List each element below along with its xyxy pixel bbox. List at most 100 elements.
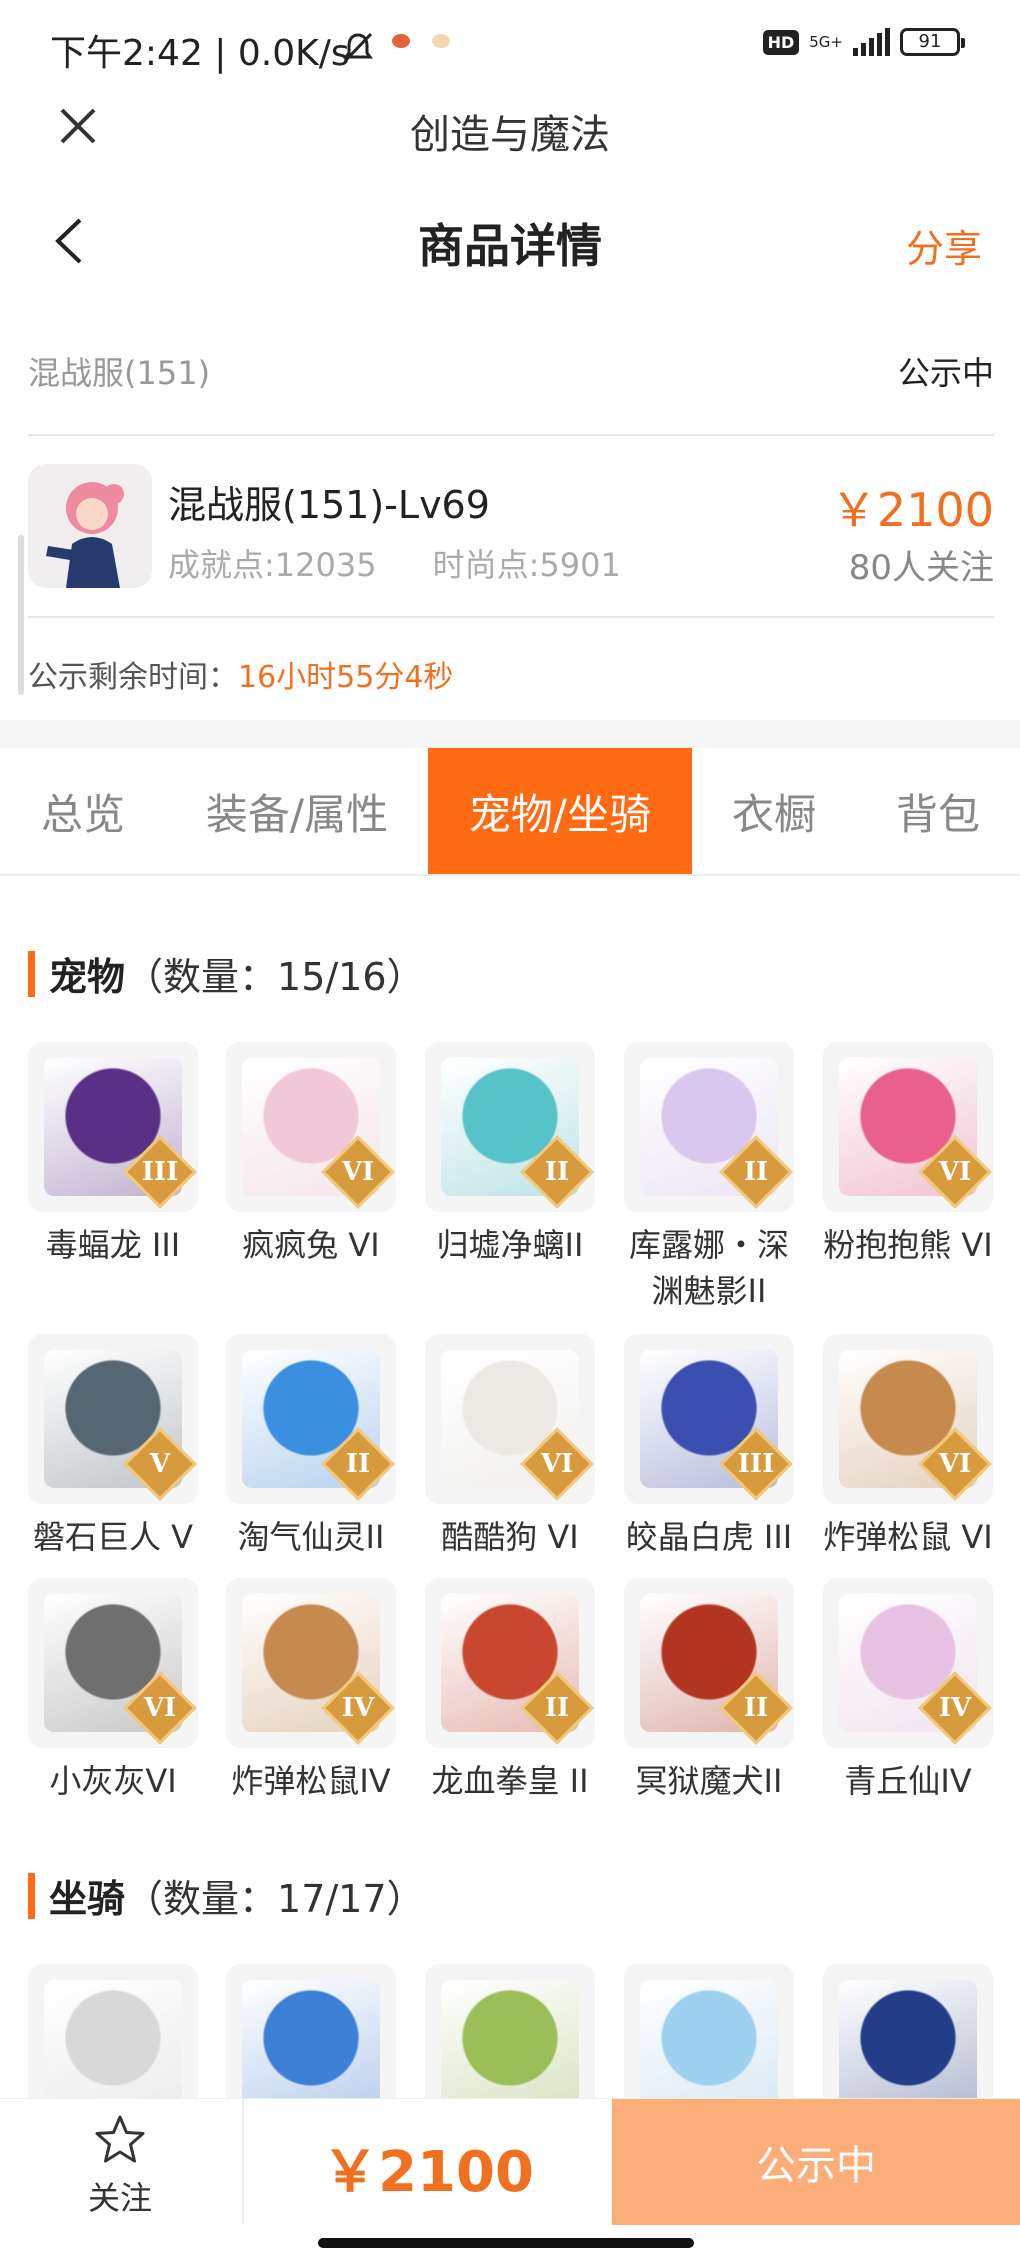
rank-numeral: VI	[938, 1157, 972, 1187]
pet-name: 炸弹松鼠IV	[231, 1762, 391, 1800]
status-action-button[interactable]: 公示中	[612, 2099, 1020, 2225]
pet-tile: V	[28, 1334, 198, 1504]
pet-name: 归墟净螭II	[436, 1226, 584, 1264]
rank-numeral: III	[141, 1157, 179, 1187]
mount-item[interactable]	[823, 1964, 993, 2098]
achievement-points: 成就点:12035	[168, 546, 377, 584]
pet-tile: III	[624, 1334, 794, 1504]
section-accent	[28, 1872, 35, 1919]
pet-item[interactable]: II 归墟净螭II	[425, 1042, 595, 1268]
app-notification-icon	[392, 34, 410, 48]
pet-name: 冥狱魔犬II	[635, 1762, 783, 1800]
follow-label: 关注	[87, 2179, 152, 2217]
mount-image	[242, 1980, 380, 2098]
divider	[28, 434, 994, 436]
pet-name: 疯疯兔 VI	[242, 1226, 380, 1264]
pet-item[interactable]: V 磐石巨人 V	[28, 1334, 198, 1560]
pet-tile: IV	[226, 1578, 396, 1748]
rank-numeral: III	[737, 1449, 775, 1479]
pet-name: 淘气仙灵II	[237, 1518, 385, 1556]
star-icon	[95, 2115, 145, 2163]
pet-tile: IV	[823, 1578, 993, 1748]
mount-item[interactable]	[28, 1964, 198, 2098]
pet-item[interactable]: III 皎晶白虎 III	[624, 1334, 794, 1560]
mount-image	[839, 1980, 977, 2098]
pet-name: 库露娜・深渊魅影II	[628, 1226, 789, 1310]
rank-numeral: II	[743, 1693, 769, 1723]
pet-tile: VI	[823, 1042, 993, 1212]
mounts-title: 坐骑	[49, 1877, 126, 1921]
page-header: 商品详情 分享	[0, 192, 1020, 288]
mount-tile	[624, 1964, 794, 2098]
section-gap	[0, 720, 1020, 748]
rank-numeral: II	[544, 1693, 570, 1723]
app-title-bar: 创造与魔法	[0, 96, 1020, 162]
section-accent	[28, 950, 35, 997]
pet-item[interactable]: VI 疯疯兔 VI	[226, 1042, 396, 1268]
scroll-indicator	[18, 535, 24, 695]
pet-tile: II	[624, 1042, 794, 1212]
pets-count: （数量：15/16）	[125, 955, 425, 999]
share-button[interactable]: 分享	[906, 218, 982, 273]
countdown: 公示剩余时间：16小时55分4秒	[28, 652, 453, 696]
pet-name: 粉抱抱熊 VI	[823, 1226, 993, 1264]
pet-item[interactable]: IV 青丘仙IV	[823, 1578, 993, 1804]
follow-button[interactable]: 关注	[60, 2113, 180, 2219]
pet-item[interactable]: III 毒蝠龙 III	[28, 1042, 198, 1268]
pet-item[interactable]: VI 粉抱抱熊 VI	[823, 1042, 993, 1268]
bottom-price: ￥2100	[322, 2140, 534, 2205]
pet-item[interactable]: II 冥狱魔犬II	[624, 1578, 794, 1804]
mute-bell-icon	[343, 32, 373, 63]
status-bar: 下午2:42 | 0.0K/s HD 5G+ 91	[0, 0, 1020, 96]
mount-item[interactable]	[425, 1964, 595, 2098]
pet-item[interactable]: VI 炸弹松鼠 VI	[823, 1334, 993, 1560]
tab-backpack[interactable]: 背包	[856, 748, 1020, 874]
pet-tile: II	[425, 1578, 595, 1748]
tab-overview[interactable]: 总览	[0, 748, 166, 874]
pet-name: 小灰灰VI	[49, 1762, 177, 1800]
pet-item[interactable]: II 淘气仙灵II	[226, 1334, 396, 1560]
pets-title: 宠物	[49, 955, 126, 999]
character-summary[interactable]: 混战服(151)-Lv69 成就点:12035 时尚点:5901 ￥2100 8…	[28, 464, 994, 590]
pet-item[interactable]: II 库露娜・深渊魅影II	[624, 1042, 794, 1314]
character-avatar	[28, 464, 152, 588]
signal-icon	[853, 28, 890, 56]
mount-image	[640, 1980, 778, 2098]
server-row: 混战服(151) 公示中	[28, 340, 994, 394]
divider	[28, 616, 994, 618]
rank-numeral: VI	[540, 1449, 574, 1479]
pet-name: 皎晶白虎 III	[625, 1518, 793, 1556]
tab-pets-mounts[interactable]: 宠物/坐骑	[428, 748, 692, 874]
status-time: 下午2:42 | 0.0K/s	[50, 33, 350, 74]
pet-item[interactable]: VI 小灰灰VI	[28, 1578, 198, 1804]
notification-icons	[392, 34, 450, 48]
pet-item[interactable]: IV 炸弹松鼠IV	[226, 1578, 396, 1804]
follower-count: 80人关注	[848, 548, 994, 588]
pets-section-title: 宠物 （数量：15/16）	[28, 946, 425, 1001]
countdown-value: 16小时55分4秒	[238, 660, 454, 695]
tab-equipment[interactable]: 装备/属性	[166, 748, 428, 874]
pet-item[interactable]: II 龙血拳皇 II	[425, 1578, 595, 1804]
mount-image	[44, 1980, 182, 2098]
app-notification-icon	[432, 34, 450, 48]
pet-name: 炸弹松鼠 VI	[823, 1518, 993, 1556]
mounts-count: （数量：17/17）	[125, 1877, 425, 1921]
pet-name: 毒蝠龙 III	[45, 1226, 181, 1264]
rank-numeral: II	[743, 1157, 769, 1187]
pet-name: 青丘仙IV	[844, 1762, 972, 1800]
rank-numeral: V	[149, 1449, 171, 1479]
pet-name: 磐石巨人 V	[32, 1518, 194, 1556]
mount-item[interactable]	[624, 1964, 794, 2098]
pet-grid: III 毒蝠龙 III VI 疯疯兔 VI II 归墟净螭II II 库露娜・深渊魅影II VI…	[28, 1042, 994, 1972]
rank-numeral: II	[345, 1449, 371, 1479]
character-points: 成就点:12035 时尚点:5901	[168, 540, 621, 586]
pet-tile: II	[624, 1578, 794, 1748]
hd-badge: HD	[762, 29, 800, 55]
pet-tile: II	[425, 1042, 595, 1212]
mount-grid	[28, 1964, 994, 2098]
pet-item[interactable]: VI 酷酷狗 VI	[425, 1334, 595, 1560]
mount-item[interactable]	[226, 1964, 396, 2098]
pet-tile: II	[226, 1334, 396, 1504]
rank-numeral: VI	[143, 1693, 177, 1723]
tab-wardrobe[interactable]: 衣橱	[692, 748, 856, 874]
